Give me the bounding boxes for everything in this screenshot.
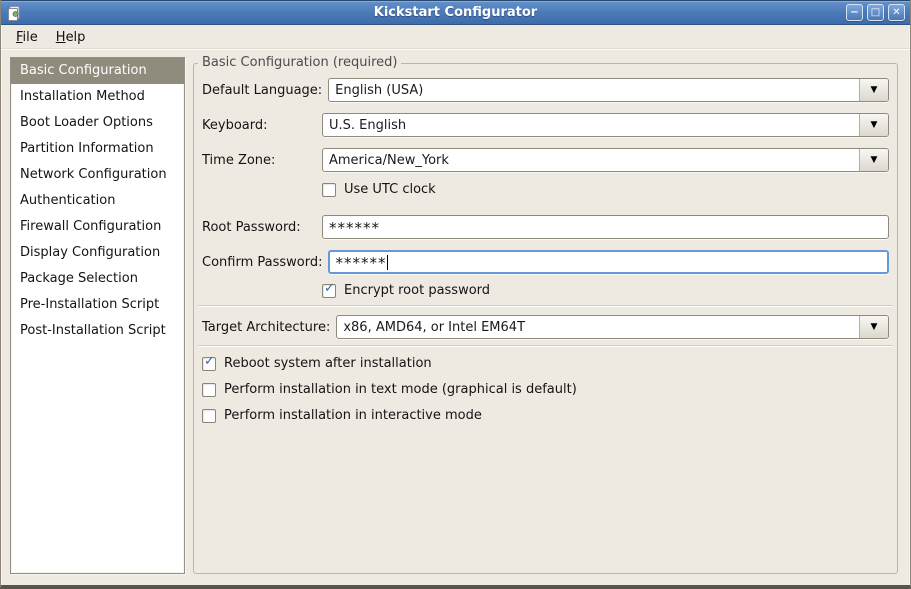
timezone-combo[interactable]: America/New_York ▼ (322, 148, 889, 172)
maximize-button[interactable]: □ (867, 4, 884, 21)
chevron-down-icon: ▼ (871, 156, 878, 165)
separator (198, 305, 893, 307)
reboot-label: Reboot system after installation (224, 356, 432, 371)
timezone-dropdown-button[interactable]: ▼ (859, 149, 888, 171)
target-architecture-label: Target Architecture: (202, 320, 330, 335)
sidebar-item-boot-loader-options[interactable]: Boot Loader Options (11, 110, 184, 136)
target-architecture-combo[interactable]: x86, AMD64, or Intel EM64T ▼ (336, 315, 889, 339)
kickstart-configurator-window: Kickstart Configurator − □ ✕ File Help B… (0, 0, 911, 589)
interactive-mode-label: Perform installation in interactive mode (224, 408, 482, 423)
default-language-value: English (USA) (329, 79, 859, 101)
timezone-label: Time Zone: (202, 153, 316, 168)
text-mode-checkbox[interactable]: ✓ (202, 383, 216, 397)
timezone-value: America/New_York (323, 149, 859, 171)
close-button[interactable]: ✕ (888, 4, 905, 21)
sidebar-item-installation-method[interactable]: Installation Method (11, 84, 184, 110)
window-controls: − □ ✕ (846, 4, 905, 21)
keyboard-label: Keyboard: (202, 118, 316, 133)
frame-legend: Basic Configuration (required) (198, 55, 401, 70)
sidebar-item-package-selection[interactable]: Package Selection (11, 266, 184, 292)
menubar: File Help (1, 25, 910, 49)
root-password-value: ****** (329, 216, 380, 240)
default-language-combo[interactable]: English (USA) ▼ (328, 78, 889, 102)
app-icon-glyph (6, 5, 22, 21)
app-icon[interactable] (6, 5, 22, 21)
sidebar-item-network-configuration[interactable]: Network Configuration (11, 162, 184, 188)
keyboard-dropdown-button[interactable]: ▼ (859, 114, 888, 136)
interactive-mode-checkbox-row[interactable]: ✓ Perform installation in interactive mo… (202, 408, 889, 423)
titlebar: Kickstart Configurator − □ ✕ (1, 0, 910, 25)
menu-file-rest: ile (23, 30, 38, 45)
encrypt-password-checkbox-row[interactable]: ✓ Encrypt root password (322, 283, 889, 298)
menu-help[interactable]: Help (47, 26, 95, 48)
default-language-row: Default Language: English (USA) ▼ (202, 78, 889, 102)
window-title: Kickstart Configurator (1, 5, 910, 20)
menu-help-rest: elp (66, 30, 86, 45)
chevron-down-icon: ▼ (871, 86, 878, 95)
confirm-password-field[interactable]: ****** (328, 250, 889, 274)
target-architecture-row: Target Architecture: x86, AMD64, or Inte… (202, 315, 889, 339)
utc-clock-label: Use UTC clock (344, 182, 436, 197)
sidebar-item-firewall-configuration[interactable]: Firewall Configuration (11, 214, 184, 240)
text-mode-label: Perform installation in text mode (graph… (224, 382, 577, 397)
keyboard-combo[interactable]: U.S. English ▼ (322, 113, 889, 137)
utc-clock-checkbox[interactable]: ✓ (322, 183, 336, 197)
confirm-password-value: ****** (335, 251, 386, 275)
category-list: Basic Configuration Installation Method … (10, 57, 185, 574)
sidebar-item-partition-information[interactable]: Partition Information (11, 136, 184, 162)
basic-configuration-frame: Basic Configuration (required) Default L… (193, 63, 898, 574)
timezone-row: Time Zone: America/New_York ▼ (202, 148, 889, 172)
utc-clock-checkbox-row[interactable]: ✓ Use UTC clock (322, 182, 889, 197)
minimize-button[interactable]: − (846, 4, 863, 21)
encrypt-password-checkbox[interactable]: ✓ (322, 284, 336, 298)
sidebar-item-authentication[interactable]: Authentication (11, 188, 184, 214)
menu-help-key: H (56, 30, 66, 45)
keyboard-row: Keyboard: U.S. English ▼ (202, 113, 889, 137)
sidebar-item-basic-configuration[interactable]: Basic Configuration (11, 58, 184, 84)
target-architecture-dropdown-button[interactable]: ▼ (859, 316, 888, 338)
sidebar-item-display-configuration[interactable]: Display Configuration (11, 240, 184, 266)
confirm-password-row: Confirm Password: ****** (202, 250, 889, 274)
target-architecture-value: x86, AMD64, or Intel EM64T (337, 316, 859, 338)
text-mode-checkbox-row[interactable]: ✓ Perform installation in text mode (gra… (202, 382, 889, 397)
root-password-label: Root Password: (202, 220, 316, 235)
root-password-row: Root Password: ****** (202, 215, 889, 239)
interactive-mode-checkbox[interactable]: ✓ (202, 409, 216, 423)
confirm-password-label: Confirm Password: (202, 255, 322, 270)
check-icon: ✓ (324, 282, 335, 296)
menu-file[interactable]: File (7, 26, 47, 48)
chevron-down-icon: ▼ (871, 121, 878, 130)
reboot-checkbox[interactable]: ✓ (202, 357, 216, 371)
encrypt-password-label: Encrypt root password (344, 283, 490, 298)
separator (198, 345, 893, 347)
default-language-label: Default Language: (202, 83, 322, 98)
root-password-field[interactable]: ****** (322, 215, 889, 239)
reboot-checkbox-row[interactable]: ✓ Reboot system after installation (202, 356, 889, 371)
window-body: Basic Configuration Installation Method … (1, 49, 910, 585)
check-icon: ✓ (204, 355, 215, 369)
default-language-dropdown-button[interactable]: ▼ (859, 79, 888, 101)
sidebar-item-post-installation-script[interactable]: Post-Installation Script (11, 318, 184, 344)
sidebar-item-pre-installation-script[interactable]: Pre-Installation Script (11, 292, 184, 318)
keyboard-value: U.S. English (323, 114, 859, 136)
text-cursor (387, 255, 388, 270)
chevron-down-icon: ▼ (871, 323, 878, 332)
